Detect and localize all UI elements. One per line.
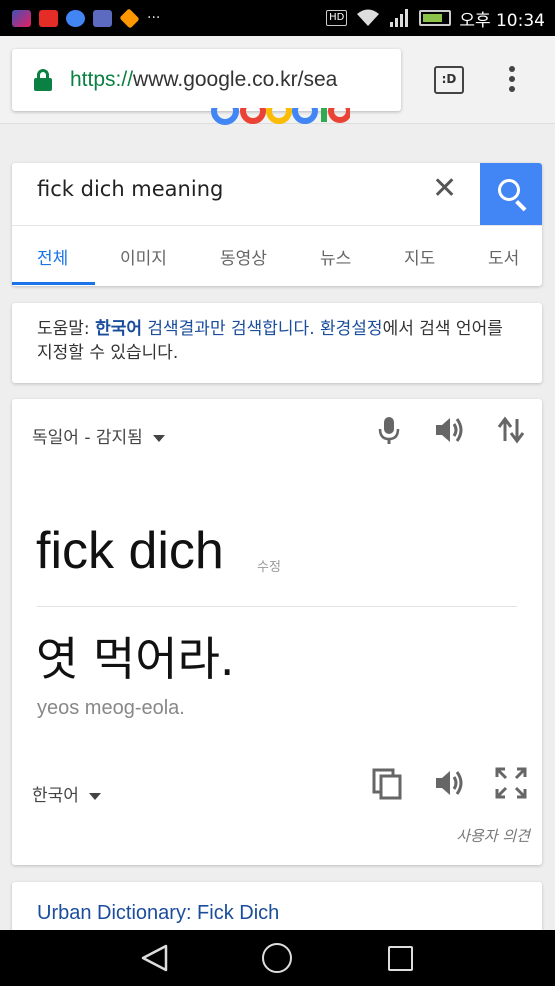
translate-card: 독일어 - 감지됨 fick dich 수정 엿 먹어라. yeos meog-… [12,399,542,865]
tab-all[interactable]: 전체 [37,244,68,269]
target-language-select[interactable]: 한국어 [32,781,101,806]
source-language-select[interactable]: 독일어 - 감지됨 [32,423,165,448]
url-text[interactable]: https://www.google.co.kr/sea [70,68,337,92]
url-bar[interactable]: https://www.google.co.kr/sea [12,49,401,111]
game-icon [119,7,140,29]
microphone-icon[interactable] [372,413,406,447]
tab-videos[interactable]: 동영상 [220,244,267,269]
google-icon [66,9,85,27]
korean-only-link[interactable]: 한국어 [95,319,142,339]
signal-icon [390,9,409,27]
romanization: yeos meog-eola. [37,697,185,719]
speaker-icon[interactable] [432,413,466,447]
youtube-icon [39,9,58,27]
app-icon [93,9,112,27]
menu-icon[interactable] [508,66,516,96]
tab-news[interactable]: 뉴스 [320,244,351,269]
search-icon [498,179,520,201]
tab-switcher-button[interactable]: :D [434,66,464,94]
speaker-icon[interactable] [432,766,466,800]
language-help-card: 도움말: 한국어 검색결과만 검색합니다. 환경설정에서 검색 언어를 지정할 … [12,303,542,383]
tab-images[interactable]: 이미지 [120,244,167,269]
tab-maps[interactable]: 지도 [404,244,435,269]
tab-books[interactable]: 도서 [488,244,519,269]
result-title-link[interactable]: Urban Dictionary: Fick Dich [37,902,279,925]
swap-languages-icon[interactable] [494,413,528,447]
navigation-bar [0,930,555,986]
search-tabs: 전체 이미지 동영상 뉴스 지도 도서 [12,226,542,286]
back-icon[interactable] [140,944,170,972]
search-input[interactable]: fick dich meaning [37,177,223,201]
feedback-link[interactable]: 사용자 의견 [456,825,530,846]
chevron-down-icon [152,434,165,442]
home-icon[interactable] [262,943,292,973]
clock: 오후 10:34 [459,10,545,31]
translated-text: 엿 먹어라. [36,632,235,686]
clear-icon[interactable]: ✕ [432,171,457,206]
edit-link[interactable]: 수정 [257,556,281,575]
recent-apps-icon[interactable] [388,946,413,971]
source-text: fick dich [36,522,224,580]
wifi-icon [357,9,380,26]
google-logo[interactable] [210,108,350,138]
chevron-down-icon [88,792,101,800]
overflow-icon: ··· [147,10,161,26]
divider [37,606,517,607]
search-korean-link[interactable]: 검색결과만 검색합니다. [142,319,320,339]
copy-icon[interactable] [370,766,404,800]
search-button[interactable] [480,163,542,225]
help-prefix: 도움말: [37,319,96,339]
battery-icon [419,10,452,26]
settings-link[interactable]: 환경설정 [320,319,383,339]
lock-icon [34,69,54,91]
active-tab-indicator [12,282,95,285]
hd-badge: HD [326,10,348,26]
gallery-icon [12,9,31,27]
fullscreen-icon[interactable] [494,766,528,800]
status-bar: ··· HD 오후 10:34 [0,0,555,36]
search-card: fick dich meaning ✕ 전체 이미지 동영상 뉴스 지도 도서 [12,163,542,286]
